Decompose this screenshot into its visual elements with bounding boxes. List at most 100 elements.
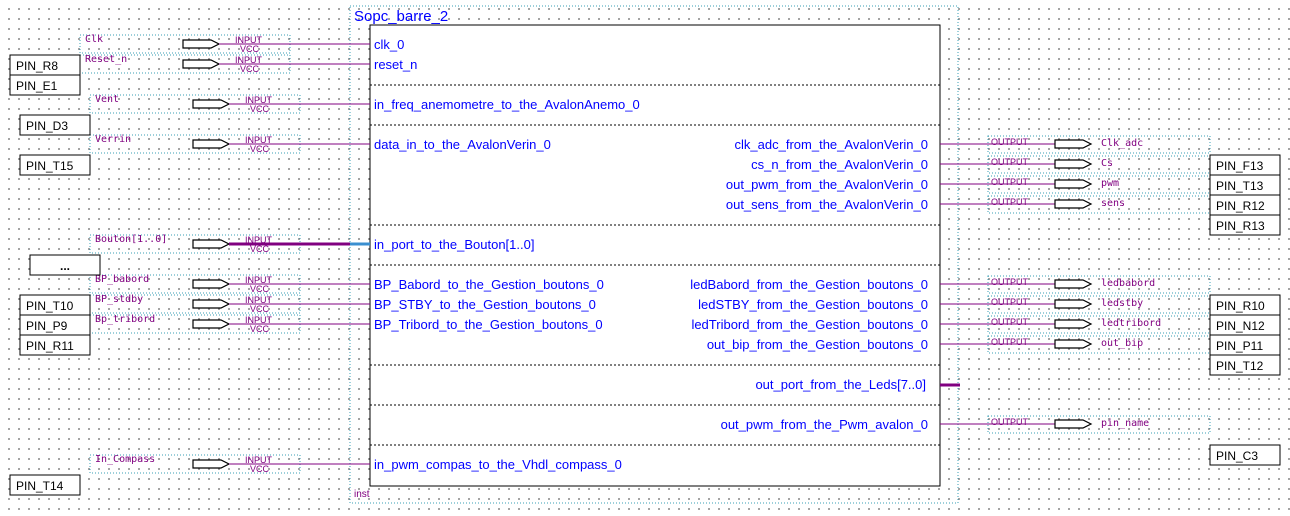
output-pin-symbol (1054, 299, 1093, 309)
output-pin-5[interactable]: ledSTBY_from_the_Gestion_boutons_0 OUTPUT… (698, 295, 1211, 314)
input-pin-name: BP_babord (95, 274, 149, 285)
input-pin-symbol (182, 59, 221, 69)
block-output-port: ledTribord_from_the_Gestion_boutons_0 (691, 317, 928, 332)
right-pin-assignments: PIN_F13 PIN_T13 PIN_R12 PIN_R13 PIN_R10 PIN_N… (1209, 154, 1281, 466)
output-type-label: OUTPUT (991, 337, 1029, 347)
input-pin-8[interactable]: In_Compass INPUTVCC in_pwm_compas_to_the_V… (89, 454, 622, 474)
output-type-label: OUTPUT (991, 297, 1029, 307)
input-pin-0[interactable]: Clk INPUTVCC clk_0 (79, 34, 404, 54)
vcc-label: VCC (250, 324, 270, 334)
block-title: Sopc_barre_2 (354, 8, 448, 25)
right-pin-box-3[interactable]: PIN_R13 (1209, 214, 1281, 236)
vcc-label: VCC (240, 64, 260, 74)
left-pin-box-6[interactable]: PIN_P9 (19, 314, 91, 336)
left-pin-box-0[interactable]: PIN_R8 (9, 54, 81, 76)
block-output-port: out_sens_from_the_AvalonVerin_0 (726, 197, 928, 212)
output-pin-name: out_bip (1101, 338, 1143, 349)
output-pin-symbol (1054, 279, 1093, 289)
block-output-port: out_bip_from_the_Gestion_boutons_0 (707, 337, 928, 352)
input-pin-1[interactable]: Reset_n INPUTVCC reset_n (79, 54, 417, 74)
output-type-label: OUTPUT (991, 137, 1029, 147)
input-pin-name: Reset_n (85, 54, 127, 65)
vcc-label: VCC (250, 464, 270, 474)
input-pin-6[interactable]: BP_stdby INPUTVCC BP_STBY_to_the_Gestion_b… (89, 294, 596, 314)
block-output-port: cs_n_from_the_AvalonVerin_0 (751, 157, 928, 172)
pin-label: PIN_T10 (26, 299, 74, 313)
vcc-label: VCC (240, 44, 260, 54)
block-input-port: in_port_to_the_Bouton[1..0] (374, 237, 534, 252)
input-pin-name: BP_stdby (95, 294, 143, 305)
block-output-port: ledBabord_from_the_Gestion_boutons_0 (690, 277, 928, 292)
input-pin-symbol (192, 239, 231, 249)
input-pin-7[interactable]: Bp_tribord INPUTVCC BP_Tribord_to_the_Gest… (89, 314, 603, 334)
vcc-label: VCC (250, 284, 270, 294)
output-pin-symbol (1054, 199, 1093, 209)
pin-label: PIN_T15 (26, 159, 74, 173)
right-pin-box-8[interactable]: PIN_C3 (1209, 444, 1281, 466)
output-pin-7[interactable]: out_bip_from_the_Gestion_boutons_0 OUTPUT… (707, 335, 1211, 354)
pin-label: PIN_D3 (26, 119, 68, 133)
input-pin-4[interactable]: Bouton[1..0] INPUTVCC in_port_to_the_Bouto… (89, 234, 534, 254)
input-pin-5[interactable]: BP_babord INPUTVCC BP_Babord_to_the_Gestio… (89, 274, 604, 294)
input-pin-symbol (192, 139, 231, 149)
input-pin-name: In_Compass (95, 454, 155, 465)
input-pin-symbol (192, 299, 231, 309)
right-pin-box-4[interactable]: PIN_R10 (1209, 294, 1281, 316)
left-pin-box-8[interactable]: PIN_T14 (9, 474, 81, 496)
right-pin-box-1[interactable]: PIN_T13 (1209, 174, 1281, 196)
output-type-label: OUTPUT (991, 157, 1029, 167)
input-pin-symbol (192, 99, 231, 109)
block-input-port: BP_STBY_to_the_Gestion_boutons_0 (374, 297, 596, 312)
pin-label: PIN_F13 (1216, 159, 1264, 173)
vcc-label: VCC (250, 144, 270, 154)
block-input-port: clk_0 (374, 37, 404, 52)
left-pin-box-7[interactable]: PIN_R11 (19, 334, 91, 356)
port-out-leds: out_port_from_the_Leds[7..0] (755, 377, 926, 392)
input-pin-name: Bouton[1..0] (95, 234, 167, 245)
output-pin-8[interactable]: out_pwm_from_the_Pwm_avalon_0 OUTPUT pin_n… (721, 415, 1211, 434)
left-pin-box-4[interactable]: ... (29, 254, 101, 276)
pin-label: PIN_T13 (1216, 179, 1264, 193)
output-pin-4[interactable]: ledBabord_from_the_Gestion_boutons_0 OUTP… (690, 275, 1211, 294)
output-pin-symbol (1054, 339, 1093, 349)
left-pin-box-3[interactable]: PIN_T15 (19, 154, 91, 176)
block-output-port: out_pwm_from_the_Pwm_avalon_0 (721, 417, 928, 432)
right-pin-box-2[interactable]: PIN_R12 (1209, 194, 1281, 216)
input-pin-symbol (192, 459, 231, 469)
output-type-label: OUTPUT (991, 317, 1029, 327)
input-pin-3[interactable]: Verrin INPUTVCC data_in_to_the_AvalonVerin… (89, 134, 551, 154)
vcc-label: VCC (250, 304, 270, 314)
output-pin-name: ledstby (1101, 298, 1143, 309)
pin-label: PIN_R8 (16, 59, 58, 73)
input-pin-symbol (192, 319, 231, 329)
output-pin-2[interactable]: out_pwm_from_the_AvalonVerin_0 OUTPUT pwm (726, 175, 1211, 194)
output-pin-name: pwm (1101, 178, 1119, 189)
output-pin-6[interactable]: ledTribord_from_the_Gestion_boutons_0 OUT… (691, 315, 1211, 334)
right-pin-box-7[interactable]: PIN_T12 (1209, 354, 1281, 376)
right-pin-box-6[interactable]: PIN_P11 (1209, 334, 1281, 356)
output-pin-0[interactable]: clk_adc_from_the_AvalonVerin_0 OUTPUT Clk_… (735, 135, 1211, 154)
right-pin-box-0[interactable]: PIN_F13 (1209, 154, 1281, 176)
pin-label: PIN_C3 (1216, 449, 1258, 463)
right-pin-box-5[interactable]: PIN_N12 (1209, 314, 1281, 336)
pin-label: PIN_P11 (1216, 339, 1263, 353)
block-output-port: clk_adc_from_the_AvalonVerin_0 (735, 137, 928, 152)
left-pin-box-2[interactable]: PIN_D3 (19, 114, 91, 136)
block-input-port: data_in_to_the_AvalonVerin_0 (374, 137, 551, 152)
input-pin-symbol (182, 39, 221, 49)
pin-label: PIN_E1 (16, 79, 58, 93)
pin-label: PIN_R13 (1216, 219, 1265, 233)
output-type-label: OUTPUT (991, 197, 1029, 207)
left-pin-box-1[interactable]: PIN_E1 (9, 74, 81, 96)
vcc-label: VCC (250, 104, 270, 114)
block-input-port: in_freq_anemometre_to_the_AvalonAnemo_0 (374, 97, 640, 112)
left-pin-box-5[interactable]: PIN_T10 (19, 294, 91, 316)
output-pin-name: Clk_adc (1101, 138, 1143, 149)
output-pin-name: sens (1101, 198, 1125, 209)
input-pin-name: Bp_tribord (95, 314, 155, 325)
output-pin-1[interactable]: cs_n_from_the_AvalonVerin_0 OUTPUT Cs (751, 155, 1211, 174)
output-pin-name: Cs (1101, 158, 1113, 169)
input-pin-name: Vent (95, 94, 119, 105)
output-pin-3[interactable]: out_sens_from_the_AvalonVerin_0 OUTPUT sen… (726, 195, 1211, 214)
input-pin-2[interactable]: Vent INPUTVCC in_freq_anemometre_to_the_Av… (89, 94, 640, 114)
